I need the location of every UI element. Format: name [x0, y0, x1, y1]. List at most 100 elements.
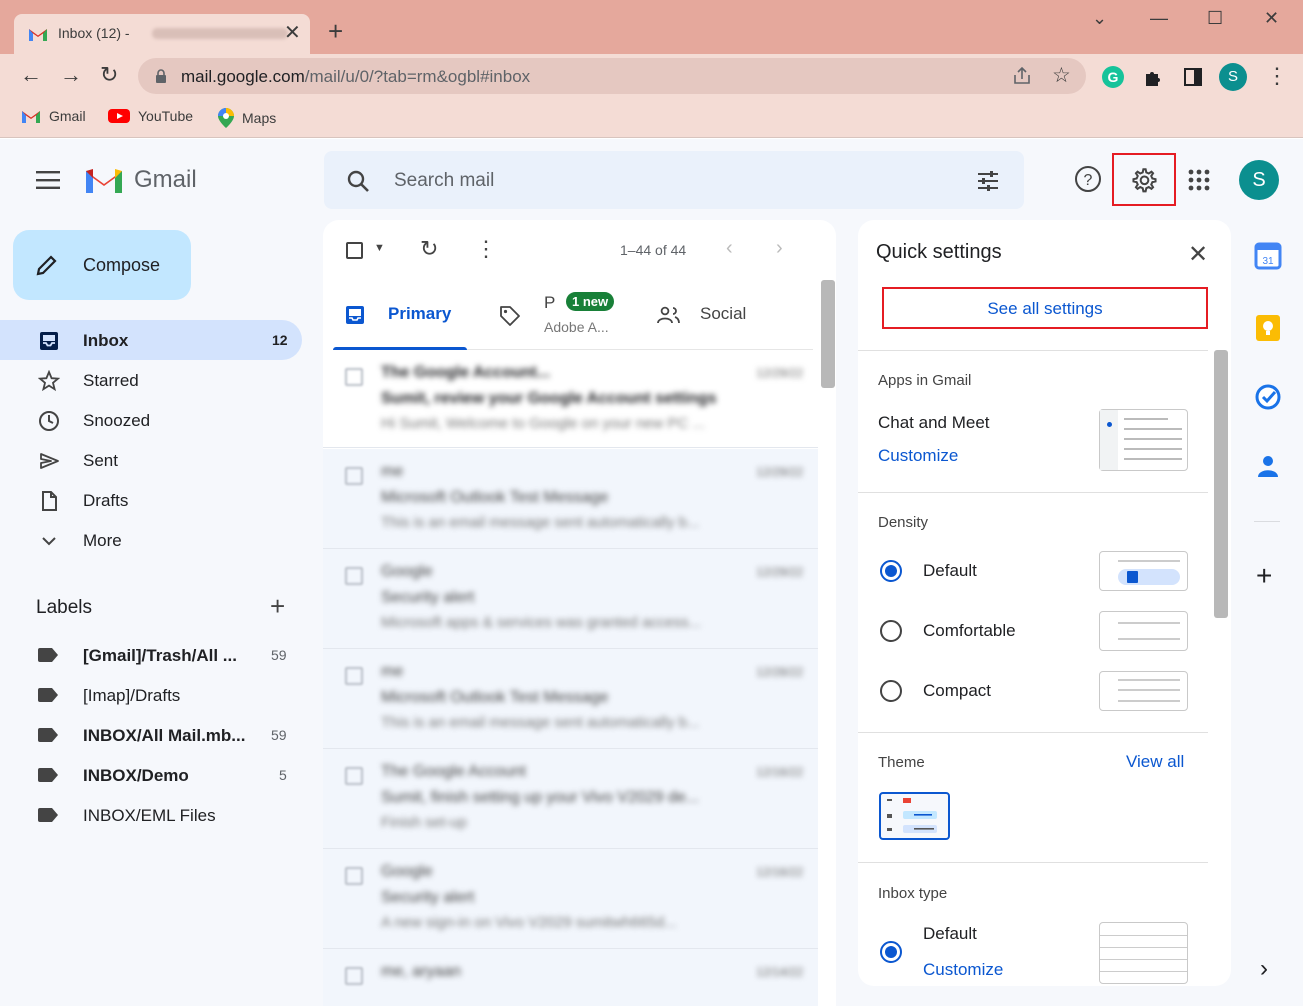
density-comfortable-preview — [1099, 611, 1188, 651]
row-checkbox[interactable] — [345, 667, 363, 685]
label-item[interactable]: [Imap]/Drafts — [0, 675, 302, 715]
settings-gear-icon[interactable] — [1131, 167, 1158, 194]
bookmark-star-icon[interactable]: ☆ — [1052, 63, 1071, 88]
email-row[interactable]: Google Security alert Microsoft apps & s… — [323, 549, 818, 649]
theme-heading: Theme — [878, 754, 925, 771]
density-compact-radio[interactable] — [880, 680, 902, 702]
inbox-type-default-radio[interactable] — [880, 941, 902, 963]
compose-button[interactable]: Compose — [13, 230, 191, 300]
label-count: 59 — [271, 647, 287, 663]
address-bar[interactable]: mail.google.com/mail/u/0/?tab=rm&ogbl#in… — [138, 58, 1086, 94]
mail-toolbar: ▼ ↻ ⋮ 1–44 of 44 ‹ › — [323, 220, 836, 280]
email-row[interactable]: The Google Account Sumit, finish setting… — [323, 749, 818, 849]
row-checkbox[interactable] — [345, 368, 363, 386]
grammarly-extension-icon[interactable]: G — [1102, 66, 1124, 88]
search-icon[interactable] — [346, 169, 370, 193]
row-checkbox[interactable] — [345, 867, 363, 885]
select-all-checkbox[interactable] — [346, 242, 363, 259]
tab-social[interactable]: Social — [657, 280, 787, 350]
tab-search-icon[interactable]: ⌄ — [1092, 8, 1107, 29]
maximize-button[interactable]: ☐ — [1207, 8, 1223, 29]
chrome-menu-icon[interactable]: ⋮ — [1266, 63, 1288, 89]
bookmark-label: YouTube — [138, 108, 194, 124]
forward-button[interactable]: → — [60, 62, 82, 88]
account-avatar[interactable]: S — [1239, 160, 1279, 200]
label-item[interactable]: INBOX/Demo 5 — [0, 755, 302, 795]
keep-app-icon[interactable] — [1254, 314, 1282, 342]
side-panel-icon[interactable] — [1183, 67, 1203, 87]
nav-drafts[interactable]: Drafts — [0, 480, 302, 520]
email-row[interactable]: me Microsoft Outlook Test Message This i… — [323, 649, 818, 749]
label-item[interactable]: [Gmail]/Trash/All ... 59 — [0, 635, 302, 675]
apps-in-gmail-heading: Apps in Gmail — [878, 372, 972, 389]
gmail-logo[interactable]: Gmail — [84, 165, 197, 195]
nav-sent[interactable]: Sent — [0, 440, 302, 480]
back-button[interactable]: ← — [20, 62, 42, 88]
row-checkbox[interactable] — [345, 567, 363, 585]
theme-default-thumbnail[interactable] — [879, 792, 950, 840]
label-item[interactable]: INBOX/All Mail.mb... 59 — [0, 715, 302, 755]
svg-text:?: ? — [1084, 172, 1093, 189]
row-checkbox[interactable] — [345, 467, 363, 485]
density-default-radio[interactable] — [880, 560, 902, 582]
bookmark-maps[interactable]: Maps — [218, 108, 276, 128]
inbox-type-option-label: Default — [923, 924, 977, 943]
tasks-app-icon[interactable] — [1254, 383, 1282, 411]
quick-settings-scrollbar[interactable] — [1214, 350, 1228, 618]
newer-page-icon[interactable]: ‹ — [726, 237, 733, 260]
add-label-button[interactable]: + — [270, 591, 285, 622]
extensions-puzzle-icon[interactable] — [1143, 67, 1163, 87]
older-page-icon[interactable]: › — [776, 237, 783, 260]
show-side-panel-icon[interactable]: › — [1260, 955, 1268, 983]
google-apps-icon[interactable] — [1188, 169, 1210, 191]
search-input[interactable]: Search mail — [394, 170, 494, 192]
search-options-icon[interactable] — [976, 170, 1000, 192]
preview-line — [1124, 438, 1182, 440]
window-close-button[interactable]: ✕ — [1264, 8, 1279, 29]
email-row[interactable]: The Google Account... Sumit, review your… — [323, 350, 818, 448]
browser-tab[interactable]: Inbox (12) - ✕ — [14, 14, 310, 54]
minimize-button[interactable]: — — [1150, 8, 1168, 29]
mail-list-scrollbar[interactable] — [821, 280, 835, 388]
nav-starred[interactable]: Starred — [0, 360, 302, 400]
bookmark-gmail[interactable]: Gmail — [21, 108, 86, 124]
tab-primary[interactable]: Primary — [333, 280, 467, 350]
nav-more[interactable]: More — [0, 520, 302, 560]
search-bar[interactable]: Search mail — [324, 151, 1024, 209]
quick-settings-panel: Quick settings ✕ See all settings Apps i… — [858, 220, 1231, 986]
pagination-text: 1–44 of 44 — [620, 242, 687, 258]
nav-snoozed[interactable]: Snoozed — [0, 400, 302, 440]
select-dropdown-icon[interactable]: ▼ — [374, 242, 385, 254]
nav-inbox[interactable]: Inbox 12 — [0, 320, 302, 360]
main-menu-icon[interactable] — [36, 171, 60, 189]
inbox-type-customize-link[interactable]: Customize — [923, 960, 1003, 980]
share-icon[interactable] — [1012, 67, 1032, 85]
email-row[interactable]: Google Security alert A new sign-in on V… — [323, 849, 818, 949]
label-item[interactable]: INBOX/EML Files — [0, 795, 302, 835]
new-tab-button[interactable]: + — [328, 16, 343, 47]
reload-button[interactable]: ↻ — [100, 62, 118, 88]
refresh-icon[interactable]: ↻ — [420, 236, 438, 262]
close-icon[interactable]: ✕ — [1188, 240, 1208, 269]
contacts-app-icon[interactable] — [1254, 452, 1282, 480]
preview-line — [1118, 622, 1180, 624]
tab-close-icon[interactable]: ✕ — [284, 20, 301, 45]
bookmark-youtube[interactable]: YouTube — [108, 108, 193, 124]
tab-promotions[interactable]: P 1 new Adobe A... — [499, 280, 649, 350]
email-row[interactable]: me Microsoft Outlook Test Message This i… — [323, 449, 818, 549]
calendar-app-icon[interactable]: 31 — [1254, 242, 1282, 270]
get-addons-icon[interactable]: + — [1256, 560, 1272, 592]
more-actions-icon[interactable]: ⋮ — [475, 236, 497, 262]
preview-line — [1100, 959, 1187, 960]
see-all-settings-button[interactable]: See all settings — [882, 287, 1208, 329]
profile-avatar[interactable]: S — [1219, 63, 1247, 91]
tab-label: Social — [700, 304, 747, 323]
row-checkbox[interactable] — [345, 767, 363, 785]
url-text: mail.google.com/mail/u/0/?tab=rm&ogbl#in… — [181, 67, 530, 87]
apps-customize-link[interactable]: Customize — [878, 446, 958, 466]
density-comfortable-radio[interactable] — [880, 620, 902, 642]
email-row[interactable]: me, aryaan 12/14/22 — [323, 949, 818, 1006]
theme-view-all-link[interactable]: View all — [1126, 752, 1184, 772]
row-checkbox[interactable] — [345, 967, 363, 985]
help-icon[interactable]: ? — [1074, 165, 1102, 193]
